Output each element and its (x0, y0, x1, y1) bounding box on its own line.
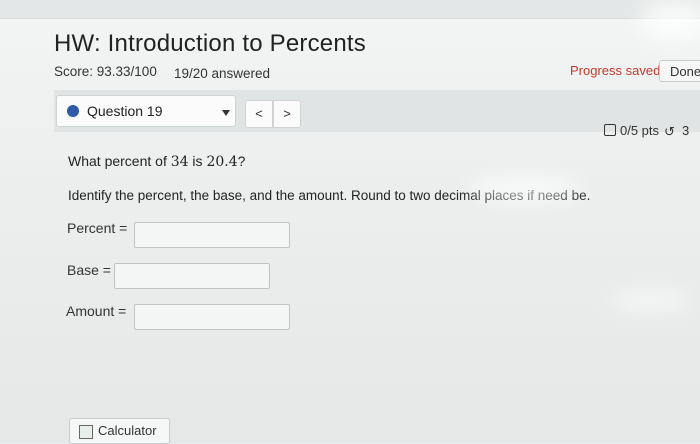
percent-input[interactable] (134, 222, 290, 248)
amount-label: Amount = (66, 303, 127, 319)
calculator-button[interactable]: Calculator (69, 418, 170, 444)
score-text: Score: 93.33/100 (54, 64, 157, 79)
checkbox-icon (604, 124, 616, 136)
question-select-label: Question 19 (87, 103, 163, 119)
question-base-number: 34 (170, 154, 189, 170)
calculator-label: Calculator (98, 423, 157, 438)
question-status-dot-icon (67, 105, 79, 117)
retry-count: 3 (682, 123, 690, 138)
calculator-icon (79, 425, 93, 439)
top-bar (0, 0, 700, 19)
question-text: What percent of 34 is 20.4? (68, 153, 245, 170)
screen-glare (470, 178, 580, 200)
points-text: 0/5 pts (620, 123, 660, 138)
percent-label: Percent = (67, 220, 128, 236)
page-title: HW: Introduction to Percents (54, 30, 366, 57)
caret-down-icon (222, 110, 230, 116)
previous-question-button[interactable]: < (245, 100, 273, 128)
answered-count: 19/20 answered (174, 66, 271, 81)
retry-icon[interactable]: ↺ (664, 124, 675, 140)
question-amount-number: 20.4 (206, 154, 238, 170)
amount-input[interactable] (134, 304, 290, 330)
screen-glare (640, 0, 700, 40)
base-input[interactable] (114, 263, 270, 289)
page: HW: Introduction to Percents Score: 93.3… (0, 0, 700, 444)
screen-glare (610, 294, 690, 308)
next-question-button[interactable]: > (273, 100, 301, 128)
question-prefix: What percent of (68, 153, 171, 169)
done-button[interactable]: Done (659, 60, 700, 82)
question-select[interactable]: Question 19 (56, 95, 236, 127)
progress-saved-status: Progress saved (570, 63, 661, 78)
question-suffix: ? (237, 153, 246, 169)
question-middle: is (188, 153, 207, 169)
base-label: Base = (67, 262, 111, 278)
